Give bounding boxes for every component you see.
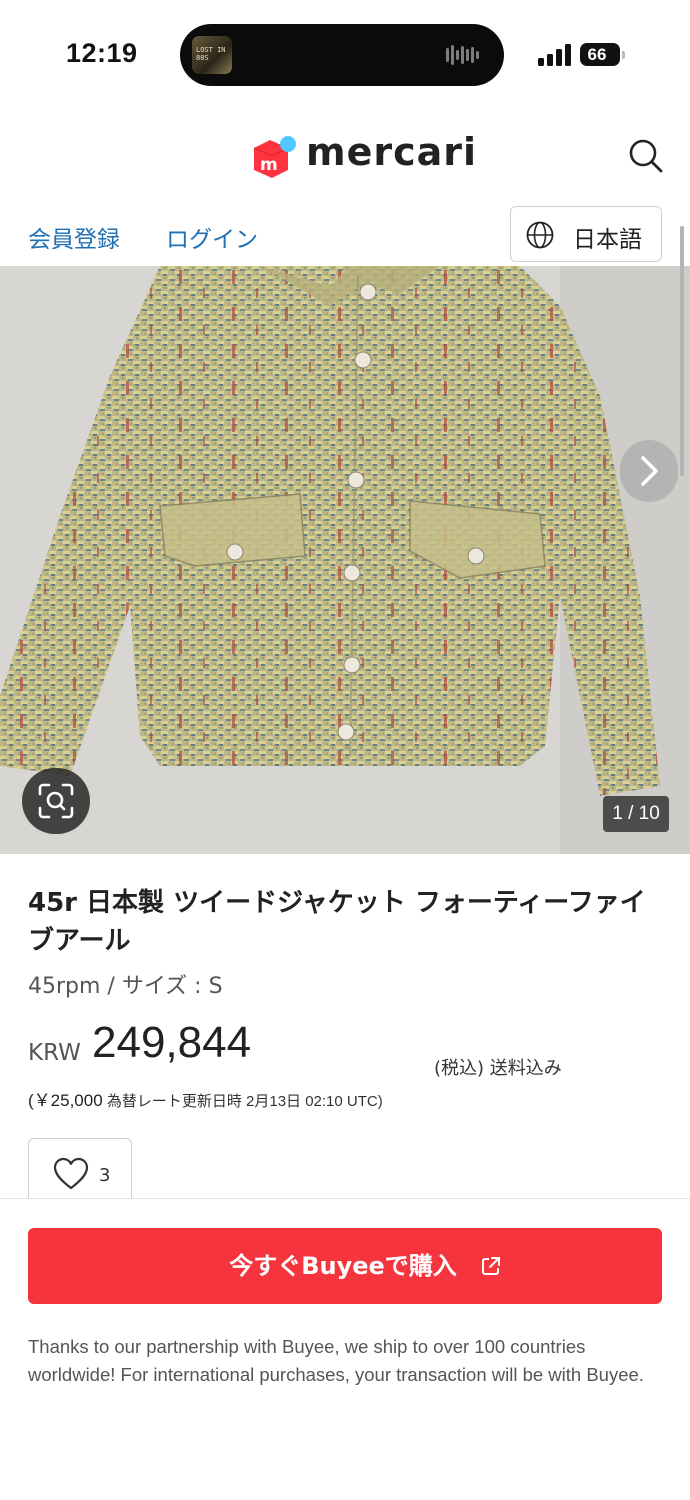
- buyee-partnership-note: Thanks to our partnership with Buyee, we…: [28, 1336, 644, 1385]
- tweed-jacket-photo: [0, 266, 690, 854]
- heart-icon: [53, 1157, 89, 1190]
- purchase-panel: 今すぐBuyeeで購入 Thanks to our partnership wi…: [0, 1198, 690, 1500]
- status-bar: 12:19 LOST IN 80S 66: [0, 0, 690, 110]
- jpy-price: (￥25,000: [28, 1091, 103, 1110]
- status-time: 12:19: [66, 38, 138, 68]
- next-image-button[interactable]: [620, 440, 678, 502]
- product-price: 249,844: [92, 1018, 252, 1067]
- language-label: 日本語: [573, 227, 642, 253]
- audio-waveform-icon: [446, 44, 486, 66]
- logo-text: mercari: [306, 130, 478, 174]
- battery-icon: 66: [580, 43, 620, 66]
- external-link-icon: [482, 1257, 500, 1275]
- jpy-price-line: (￥25,000 為替レート更新日時 2月13日 02:10 UTC): [28, 1086, 383, 1111]
- search-button[interactable]: [624, 134, 668, 178]
- product-title: 45r 日本製 ツイードジャケット フォーティーファイブアール: [28, 888, 646, 956]
- cellular-signal-icon: [538, 44, 572, 66]
- mercari-logo-icon: m: [253, 136, 296, 178]
- globe-icon: [526, 221, 554, 249]
- product-image[interactable]: [0, 266, 690, 854]
- page-scrollbar[interactable]: [680, 226, 684, 476]
- register-link[interactable]: 会員登録: [28, 220, 120, 254]
- chevron-right-icon: [641, 456, 658, 486]
- brand-size[interactable]: 45rpm / サイズ : S: [28, 968, 223, 1000]
- now-playing-art-text: LOST IN 80S: [196, 46, 226, 62]
- svg-text:m: m: [260, 155, 278, 175]
- exchange-rate-note: 為替レート更新日時 2月13日 02:10 UTC): [102, 1093, 383, 1110]
- language-selector[interactable]: 日本語: [510, 206, 662, 262]
- login-link[interactable]: ログイン: [166, 220, 258, 254]
- dynamic-island[interactable]: LOST IN 80S: [180, 24, 504, 86]
- image-search-button[interactable]: [22, 768, 90, 834]
- tax-shipping-note: (税込) 送料込み: [434, 1058, 562, 1079]
- price-currency: KRW: [28, 1040, 81, 1066]
- now-playing-artwork: LOST IN 80S: [192, 36, 232, 74]
- buy-button-label: 今すぐBuyeeで購入: [229, 1252, 457, 1280]
- battery-tip: [622, 51, 625, 59]
- image-counter: 1 / 10: [603, 796, 669, 832]
- buy-with-buyee-button[interactable]: 今すぐBuyeeで購入: [28, 1228, 662, 1304]
- visual-search-icon: [38, 783, 74, 819]
- battery-level: 66: [587, 45, 607, 64]
- like-count: 3: [99, 1165, 111, 1186]
- search-icon: [629, 139, 663, 173]
